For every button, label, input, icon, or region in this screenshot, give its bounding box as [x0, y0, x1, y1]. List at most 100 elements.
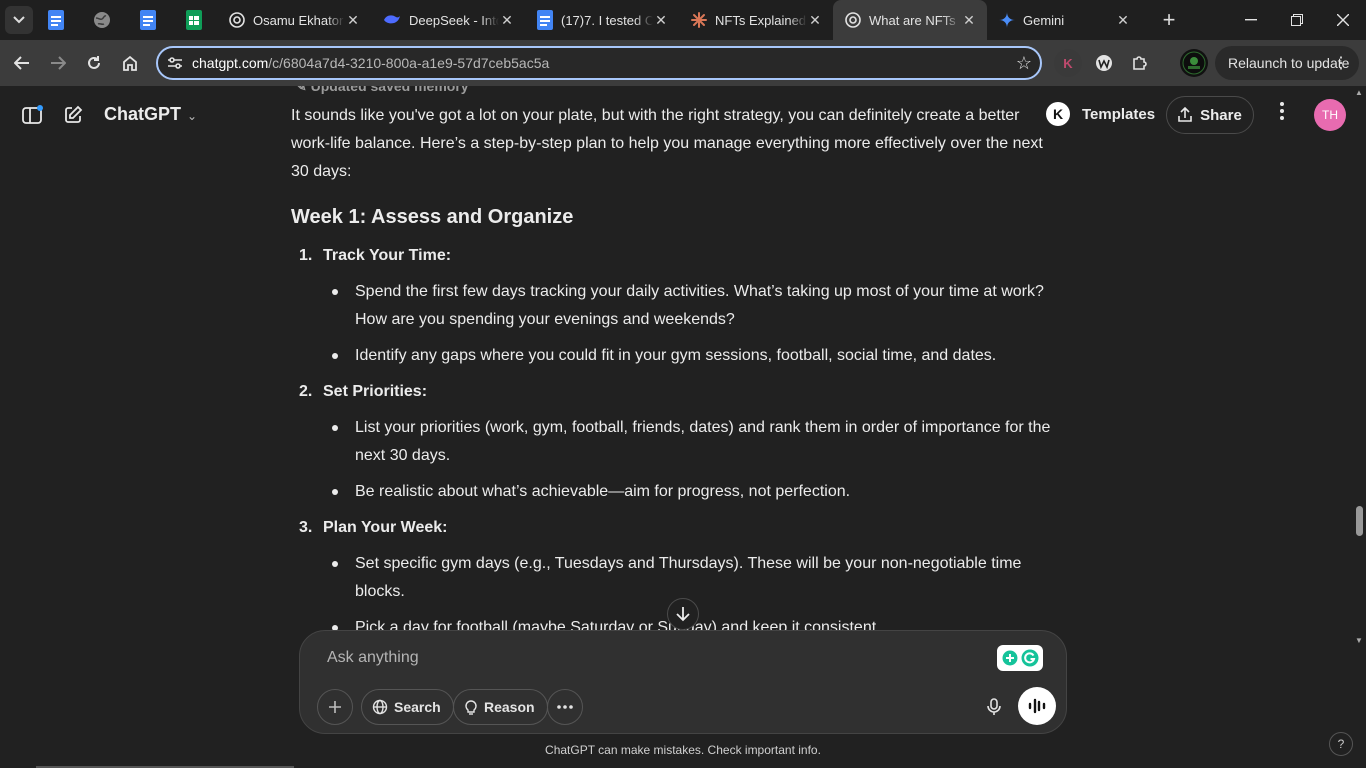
- memory-notice: ✎ Updated saved memory: [295, 86, 469, 95]
- arrow-left-icon: [14, 56, 29, 70]
- bookmark-star-icon[interactable]: ☆: [1008, 53, 1040, 74]
- page-scrollbar[interactable]: ▲ ▼: [1352, 86, 1366, 646]
- grammarly-icon: [1021, 649, 1038, 667]
- disclaimer-text: ChatGPT can make mistakes. Check importa…: [545, 743, 821, 757]
- close-window-button[interactable]: [1320, 0, 1366, 40]
- share-button[interactable]: Share: [1166, 96, 1254, 134]
- help-button[interactable]: ?: [1329, 732, 1353, 756]
- pinned-tab-docs-2[interactable]: [125, 0, 171, 40]
- tab-deepseek[interactable]: DeepSeek - Into ✕: [371, 0, 525, 40]
- tab-what-are-nfts[interactable]: What are NFTs ✕: [833, 0, 987, 40]
- memory-icon: ✎: [295, 86, 311, 94]
- close-icon[interactable]: ✕: [653, 12, 669, 29]
- tune-icon: [168, 57, 182, 69]
- section-heading: Week 1: Assess and Organize: [291, 206, 574, 228]
- step-number: 3.: [299, 519, 313, 536]
- pinned-tab-sheets[interactable]: [171, 0, 217, 40]
- minimize-button[interactable]: [1228, 0, 1274, 40]
- profile-avatar-icon: [1182, 51, 1206, 75]
- scroll-thumb[interactable]: [1356, 506, 1363, 536]
- step-title-text: Plan Your Week: [323, 519, 443, 536]
- browser-tab-strip: Osamu Ekhator ✕ DeepSeek - Into ✕ (17)7.…: [0, 0, 1366, 40]
- open-sidebar-button[interactable]: [20, 102, 46, 128]
- more-options-button[interactable]: [1272, 102, 1292, 126]
- scroll-down-icon[interactable]: ▼: [1355, 636, 1363, 645]
- bullet-line: Be realistic about what’s achievable—aim…: [355, 483, 851, 500]
- tab-title: (17)7. I tested C: [561, 12, 653, 28]
- prompt-input[interactable]: Ask anything: [327, 649, 419, 667]
- address-bar[interactable]: chatgpt.com/c/6804a7d4-3210-800a-a1e9-57…: [156, 46, 1042, 80]
- scroll-to-bottom-button[interactable]: [667, 598, 699, 630]
- site-info-button[interactable]: [160, 48, 190, 78]
- globe-icon: [372, 699, 388, 715]
- extensions-button[interactable]: [1126, 49, 1154, 77]
- microphone-icon: [987, 698, 1001, 715]
- restore-icon: [1291, 14, 1303, 26]
- extension-w-button[interactable]: [1090, 49, 1118, 77]
- back-button[interactable]: [4, 45, 40, 81]
- grammarly-widget[interactable]: [997, 645, 1043, 671]
- google-sheets-icon: [186, 10, 202, 30]
- home-button[interactable]: [112, 45, 148, 81]
- google-docs-icon: [48, 10, 64, 30]
- bullet-line: next 30 days.: [355, 447, 451, 464]
- tab-title: NFTs Explained: [715, 12, 807, 28]
- new-chat-button[interactable]: [60, 102, 86, 128]
- tab-i-tested[interactable]: (17)7. I tested C ✕: [525, 0, 679, 40]
- bullet-line: Identify any gaps where you could fit in…: [355, 347, 997, 364]
- share-label: Share: [1200, 106, 1242, 124]
- memory-notice-text: Updated saved memory: [310, 86, 469, 94]
- browser-toolbar: chatgpt.com/c/6804a7d4-3210-800a-a1e9-57…: [0, 40, 1366, 86]
- model-selector[interactable]: ChatGPT ⌄: [104, 104, 197, 125]
- more-vertical-icon: ⋮: [1333, 55, 1349, 72]
- reload-button[interactable]: [76, 45, 112, 81]
- pinned-tab-docs[interactable]: [33, 0, 79, 40]
- tab-nfts-explained[interactable]: NFTs Explained ✕: [679, 0, 833, 40]
- extension-k-button[interactable]: K: [1054, 49, 1082, 77]
- more-tools-button[interactable]: [547, 689, 583, 725]
- tab-search-button[interactable]: [5, 6, 33, 34]
- step-title: Track Your Time:: [323, 247, 452, 264]
- restore-button[interactable]: [1274, 0, 1320, 40]
- new-tab-button[interactable]: +: [1153, 4, 1185, 36]
- close-icon[interactable]: ✕: [499, 12, 515, 29]
- message-composer: Ask anything Search Reason: [299, 630, 1067, 734]
- close-icon[interactable]: ✕: [961, 12, 977, 29]
- gemini-icon: [999, 12, 1015, 28]
- relaunch-to-update-button[interactable]: Relaunch to update ⋮: [1215, 46, 1359, 80]
- tab-title: Gemini: [1023, 12, 1065, 28]
- close-icon[interactable]: ✕: [345, 12, 361, 29]
- sidebar-icon: [22, 105, 43, 124]
- tab-osamu-ekhator[interactable]: Osamu Ekhator ✕: [217, 0, 371, 40]
- step-title: Set Priorities:: [323, 383, 428, 400]
- search-button[interactable]: Search: [361, 689, 454, 725]
- forward-button[interactable]: [40, 45, 76, 81]
- step-number: 1.: [299, 247, 313, 264]
- voice-mode-button[interactable]: [1018, 687, 1056, 725]
- url-path: /c/6804a7d4-3210-800a-a1e9-57d7ceb5ac5a: [268, 55, 550, 71]
- relaunch-label: Relaunch to update: [1228, 55, 1350, 71]
- scroll-up-icon[interactable]: ▲: [1355, 88, 1363, 97]
- attach-button[interactable]: [317, 689, 353, 725]
- step-title-text: Track Your Time: [323, 247, 446, 264]
- reload-icon: [88, 56, 100, 69]
- pinned-tab-web[interactable]: [79, 0, 125, 40]
- close-icon: [1337, 14, 1349, 26]
- more-vertical-icon: [1280, 102, 1284, 120]
- profile-button[interactable]: [1180, 49, 1208, 77]
- user-avatar[interactable]: TH: [1314, 99, 1346, 131]
- url-text[interactable]: chatgpt.com/c/6804a7d4-3210-800a-a1e9-57…: [192, 55, 1008, 71]
- close-icon[interactable]: ✕: [1115, 12, 1131, 29]
- reason-button[interactable]: Reason: [453, 689, 548, 725]
- dictate-button[interactable]: [976, 689, 1012, 725]
- intro-paragraph: It sounds like you've got a lot on your …: [291, 107, 1043, 180]
- bullet-dot: [332, 561, 338, 567]
- lightbulb-plus-icon: [1002, 650, 1017, 666]
- chatgpt-icon: [229, 12, 245, 28]
- chevron-down-icon: [13, 16, 25, 24]
- edit-icon: [65, 105, 83, 123]
- tab-gemini[interactable]: Gemini ✕: [987, 0, 1141, 40]
- close-icon[interactable]: ✕: [807, 12, 823, 29]
- globe-icon: [94, 12, 110, 28]
- bullet-line: blocks.: [355, 583, 405, 600]
